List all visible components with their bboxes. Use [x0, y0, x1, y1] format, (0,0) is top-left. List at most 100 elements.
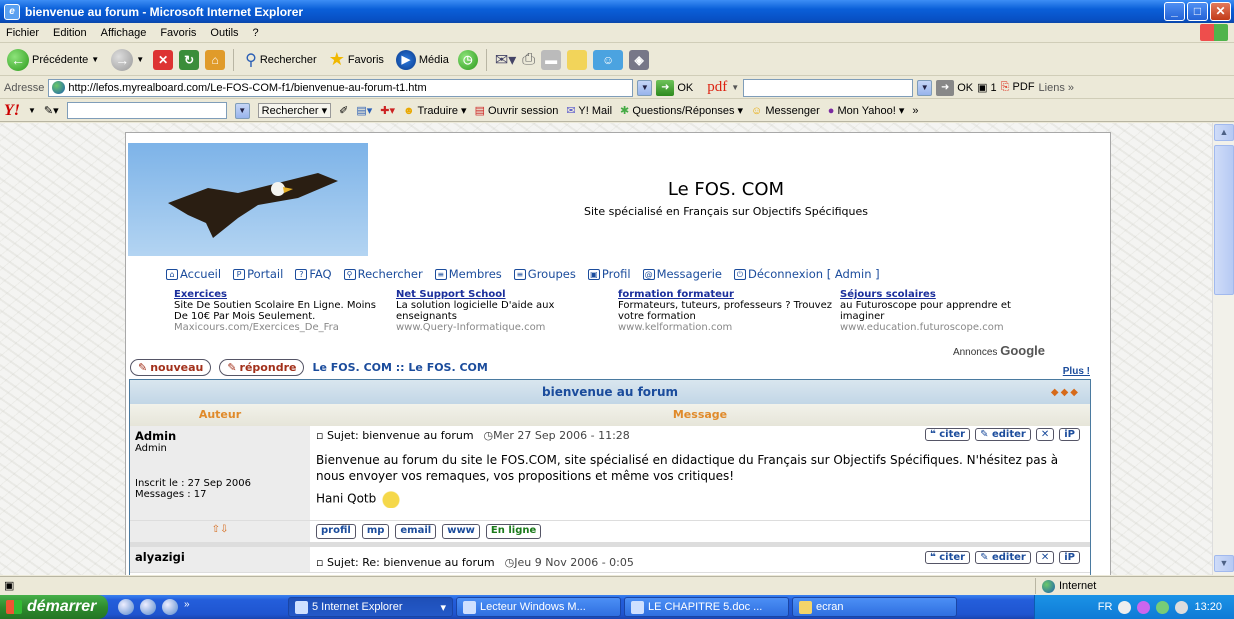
tray-icon[interactable] [1156, 600, 1170, 614]
nav-accueil[interactable]: ⌂ Accueil [166, 267, 221, 281]
pdf-ok-button[interactable]: ➜ OK [936, 79, 973, 96]
email-button[interactable]: email [395, 524, 437, 539]
links-button[interactable]: Liens » [1039, 82, 1074, 94]
post-author[interactable]: Admin [135, 429, 305, 443]
back-button[interactable]: ← Précédente ▼ [4, 48, 102, 71]
edit-icon[interactable]: ▬ [541, 49, 562, 70]
breadcrumb[interactable]: Le FOS. COM :: Le FOS. COM [312, 361, 487, 374]
tray-icon[interactable] [1118, 600, 1132, 614]
page-count[interactable]: ▣ 1 [977, 81, 997, 94]
delete-button[interactable]: ✕ [1035, 428, 1055, 441]
go-button[interactable]: ➜ OK [656, 79, 693, 96]
annonces-google[interactable]: Annonces Google [953, 343, 1045, 358]
qa-button[interactable]: ✱ Questions/Réponses ▾ [620, 104, 743, 117]
menu-favoris[interactable]: Favoris [160, 27, 196, 39]
translate-button[interactable]: ☻ Traduire ▾ [403, 104, 467, 117]
ad-item[interactable]: Séjours scolaires au Futuroscope pour ap… [840, 289, 1054, 333]
taskbar-item-ie[interactable]: 5 Internet Explorer ▾ [288, 597, 453, 617]
minimize-button[interactable]: _ [1164, 2, 1185, 21]
maximize-button[interactable]: □ [1187, 2, 1208, 21]
favorites-button[interactable]: ★ Favoris [326, 49, 387, 70]
edit-button[interactable]: ✎ editer [975, 428, 1031, 441]
nav-portail[interactable]: P Portail [233, 267, 283, 281]
messenger-button[interactable]: ☺ Messenger [751, 105, 820, 117]
edit-button[interactable]: ✎ editer [975, 551, 1031, 564]
nav-arrows-icon[interactable]: ◆◆◆ [1051, 387, 1080, 398]
highlight-icon[interactable]: ✐ [339, 104, 348, 117]
nav-deconnexion[interactable]: ⏻ Déconnexion [ Admin ] [733, 267, 880, 281]
mail-icon[interactable]: ✉▾ [495, 50, 516, 70]
up-down-arrows-icon[interactable]: ⇧⇩ [130, 521, 310, 542]
menu-outils[interactable]: Outils [210, 27, 238, 39]
pencil-icon[interactable]: ✎▾ [44, 104, 59, 117]
scroll-thumb[interactable] [1214, 145, 1234, 295]
myyahoo-button[interactable]: ● Mon Yahoo! ▾ [828, 104, 905, 117]
tray-icon[interactable] [1137, 600, 1151, 614]
new-topic-button[interactable]: ✎ nouveau [130, 359, 212, 376]
taskbar-item-folder[interactable]: ecran [792, 597, 957, 617]
ip-button[interactable]: iP [1059, 428, 1080, 441]
media-button[interactable]: ▶ Média [393, 49, 452, 70]
menu-edition[interactable]: Edition [53, 27, 87, 39]
nav-messagerie[interactable]: @ Messagerie [642, 267, 722, 281]
tray-icon[interactable] [1175, 600, 1189, 614]
address-input[interactable]: http://lefos.myrealboard.com/Le-FOS-COM-… [48, 78, 634, 97]
discuss-icon[interactable] [567, 49, 588, 70]
taskbar-item-word[interactable]: LE CHAPITRE 5.doc ... [624, 597, 789, 617]
ad-item[interactable]: Exercices Site De Soutien Scolaire En Li… [174, 289, 388, 333]
start-button[interactable]: démarrer [0, 595, 108, 619]
quicklaunch-icon[interactable] [162, 599, 178, 615]
plus-link[interactable]: Plus ! [1063, 366, 1090, 377]
menu-fichier[interactable]: Fichier [6, 27, 39, 39]
messenger-icon[interactable]: ☺ [593, 49, 624, 70]
reply-button[interactable]: ✎ répondre [219, 359, 305, 376]
yahoo-search-button[interactable]: Rechercher ▾ [257, 103, 332, 118]
close-button[interactable]: ✕ [1210, 2, 1231, 21]
quote-button[interactable]: ❝ citer [924, 551, 971, 564]
quicklaunch-icon[interactable] [118, 599, 134, 615]
antispy-icon[interactable]: ✚▾ [380, 104, 395, 117]
ymail-button[interactable]: ✉ Y! Mail [566, 104, 612, 117]
nav-membres[interactable]: ≡ Membres [434, 267, 502, 281]
yahoo-search-dropdown[interactable]: ▼ [234, 102, 250, 119]
home-icon[interactable]: ⌂ [205, 49, 226, 70]
taskbar-item-media-player[interactable]: Lecteur Windows M... [456, 597, 621, 617]
profile-button[interactable]: profil [316, 524, 356, 539]
scroll-up-icon[interactable]: ▲ [1214, 124, 1234, 141]
address-dropdown[interactable]: ▼ [637, 79, 653, 96]
vertical-scrollbar[interactable]: ▲ ▼ [1212, 123, 1234, 575]
site-title: Le FOS. COM [667, 179, 785, 200]
ad-item[interactable]: formation formateur Formateurs, tuteurs,… [618, 289, 832, 333]
pdf-dropdown[interactable]: ▼ [917, 79, 933, 96]
nav-rechercher[interactable]: ⚲ Rechercher [343, 267, 423, 281]
scroll-down-icon[interactable]: ▼ [1214, 555, 1234, 572]
menu-affichage[interactable]: Affichage [101, 27, 147, 39]
nav-faq[interactable]: ? FAQ [295, 267, 332, 281]
quote-button[interactable]: ❝ citer [924, 428, 971, 441]
ad-item[interactable]: Net Support School La solution logiciell… [396, 289, 610, 333]
stop-icon[interactable]: ✕ [153, 49, 174, 70]
yahoo-logo[interactable]: Y! [4, 102, 20, 120]
yahoo-search-input[interactable] [66, 102, 227, 119]
nav-profil[interactable]: ▣ Profil [587, 267, 631, 281]
www-button[interactable]: www [442, 524, 480, 539]
layout-icon[interactable]: ▤▾ [356, 104, 372, 117]
history-icon[interactable]: ◷ [457, 49, 478, 70]
forward-button[interactable]: → ▼ [108, 48, 147, 71]
post-author[interactable]: alyazigi [135, 550, 305, 564]
pdf-input[interactable] [743, 78, 914, 97]
open-session-button[interactable]: ▤ Ouvrir session [475, 104, 559, 117]
ip-button[interactable]: iP [1059, 551, 1080, 564]
language-indicator[interactable]: FR [1098, 601, 1113, 613]
research-icon[interactable]: ◈ [629, 49, 650, 70]
print-icon[interactable]: ⎙ [522, 51, 535, 69]
refresh-icon[interactable]: ↻ [179, 49, 200, 70]
pm-button[interactable]: mp [361, 524, 390, 539]
menu-help[interactable]: ? [253, 27, 259, 39]
nav-groupes[interactable]: ≡ Groupes [513, 267, 576, 281]
quicklaunch-icon[interactable] [140, 599, 156, 615]
pdf-button[interactable]: ⎘ PDF [1001, 81, 1035, 94]
search-button[interactable]: ⚲ Rechercher [242, 50, 320, 70]
delete-button[interactable]: ✕ [1035, 551, 1055, 564]
online-status[interactable]: En ligne [485, 524, 542, 539]
